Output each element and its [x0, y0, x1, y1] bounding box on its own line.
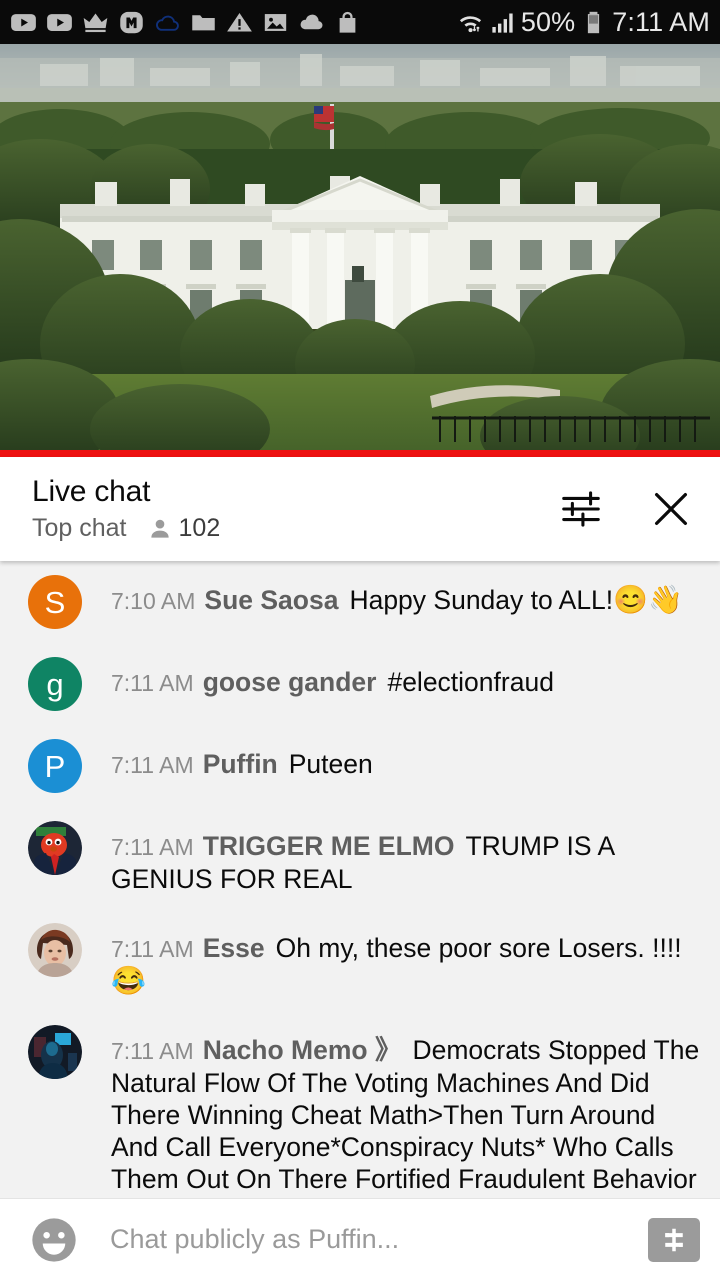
crown-icon [83, 13, 108, 32]
live-chat-message-list[interactable]: S 7:10 AM Sue Saosa Happy Sunday to ALL!😊👋 g… [0, 561, 720, 1198]
chat-message[interactable]: S 7:10 AM Sue Saosa Happy Sunday to ALL!😊👋 [0, 561, 720, 643]
battery-icon [588, 11, 600, 33]
chat-mode-label: Top chat [32, 514, 127, 542]
message-timestamp: 7:10 AM [111, 588, 196, 614]
message-author[interactable]: Puffin [203, 749, 278, 779]
chat-message[interactable]: 7:11 AM TRIGGER ME ELMO TRUMP IS A GENIUS … [0, 807, 720, 909]
message-emoji: 😊👋 [613, 584, 683, 615]
chat-message[interactable]: 7:11 AM Nacho Memo 》 Democrats Stopped The… [0, 1011, 720, 1198]
white-house-video-frame [0, 44, 720, 450]
clock-label: 7:11 AM [612, 6, 710, 37]
shopping-bag-icon [339, 11, 356, 33]
tune-sliders-icon[interactable] [558, 486, 604, 532]
chat-message[interactable]: P 7:11 AM Puffin Puteen [0, 725, 720, 807]
avatar-photo [28, 1025, 82, 1079]
m-badge-icon [120, 11, 143, 33]
video-progress-bar[interactable] [0, 450, 720, 457]
chat-message-body: 7:11 AM TRIGGER ME ELMO TRUMP IS A GENIUS … [111, 821, 702, 895]
signal-bars-icon [492, 13, 513, 33]
avatar-initial: S [44, 584, 66, 620]
live-chat-header-actions [558, 486, 694, 532]
video-progress-fill [0, 450, 720, 457]
chat-message-body: 7:11 AM goose gander #electionfraud [111, 657, 702, 699]
message-text: #electionfraud [387, 667, 554, 697]
chat-message-body: 7:11 AM Esse Oh my, these poor sore Losers… [111, 923, 702, 997]
chat-input-field[interactable]: Chat publicly as Puffin... [80, 1224, 648, 1255]
super-chat-dollar-icon [665, 1228, 683, 1251]
message-text: Happy Sunday to ALL! [349, 585, 614, 615]
youtube-live-chat-screen: 50% 7:11 AM Live chat Top chat 102 S 7:1… [0, 0, 720, 1280]
warning-triangle-icon [227, 12, 252, 31]
chat-message-body: 7:11 AM Nacho Memo 》 Democrats Stopped The… [111, 1025, 702, 1195]
chat-input-bar: Chat publicly as Puffin... [0, 1198, 720, 1280]
message-text: Oh my, these poor sore Losers. !!!! [275, 933, 682, 963]
message-text: Puteen [288, 749, 373, 779]
message-author[interactable]: Sue Saosa [204, 585, 338, 615]
avatar-photo [28, 923, 82, 977]
message-text: Democrats Stopped The Natural Flow Of Th… [111, 1035, 700, 1194]
youtube-icon [11, 13, 36, 31]
image-icon [264, 13, 287, 31]
chat-message[interactable]: g 7:11 AM goose gander #electionfraud [0, 643, 720, 725]
super-chat-button[interactable] [648, 1217, 700, 1262]
live-chat-header-titles: Live chat Top chat 102 [32, 475, 558, 543]
message-emoji: 😂 [111, 965, 146, 996]
chat-mode-row[interactable]: Top chat 102 [32, 514, 558, 543]
avatar[interactable] [28, 923, 82, 977]
wifi-transfer-icon [459, 15, 481, 32]
battery-percent-label: 50% [520, 6, 576, 37]
message-timestamp: 7:11 AM [111, 1038, 194, 1064]
avatar[interactable] [28, 1025, 82, 1079]
chat-message-body: 7:11 AM Puffin Puteen [111, 739, 702, 781]
cloud-icon [300, 14, 323, 29]
message-author[interactable]: Nacho Memo 》 [203, 1035, 402, 1065]
status-bar: 50% 7:11 AM [0, 0, 720, 44]
chat-message-body: 7:10 AM Sue Saosa Happy Sunday to ALL!😊👋 [111, 575, 702, 617]
avatar-initial: P [44, 748, 66, 784]
live-chat-header: Live chat Top chat 102 [0, 457, 720, 561]
message-author[interactable]: goose gander [203, 667, 377, 697]
youtube-icon [47, 13, 72, 31]
chat-message[interactable]: 7:11 AM Esse Oh my, these poor sore Losers… [0, 909, 720, 1011]
video-player[interactable] [0, 44, 720, 450]
avatar[interactable]: g [28, 657, 82, 711]
message-author[interactable]: Esse [203, 933, 265, 963]
emoji-smiley-icon[interactable] [28, 1214, 80, 1266]
message-timestamp: 7:11 AM [111, 936, 194, 962]
viewer-count: 102 [178, 514, 221, 542]
folder-icon [192, 14, 215, 30]
message-timestamp: 7:11 AM [111, 834, 194, 860]
person-icon [150, 519, 169, 538]
avatar-photo [28, 821, 82, 875]
status-bar-notification-icons [10, 9, 457, 36]
avatar-initial: g [46, 666, 64, 702]
message-timestamp: 7:11 AM [111, 752, 194, 778]
message-timestamp: 7:11 AM [111, 670, 194, 696]
avatar[interactable]: S [28, 575, 82, 629]
status-bar-system-icons: 50% 7:11 AM [457, 7, 710, 38]
avatar[interactable]: P [28, 739, 82, 793]
message-author[interactable]: TRIGGER ME ELMO [203, 831, 455, 861]
cloud-outline-icon [156, 15, 179, 31]
close-icon[interactable] [648, 486, 694, 532]
page-title: Live chat [32, 475, 151, 508]
avatar[interactable] [28, 821, 82, 875]
